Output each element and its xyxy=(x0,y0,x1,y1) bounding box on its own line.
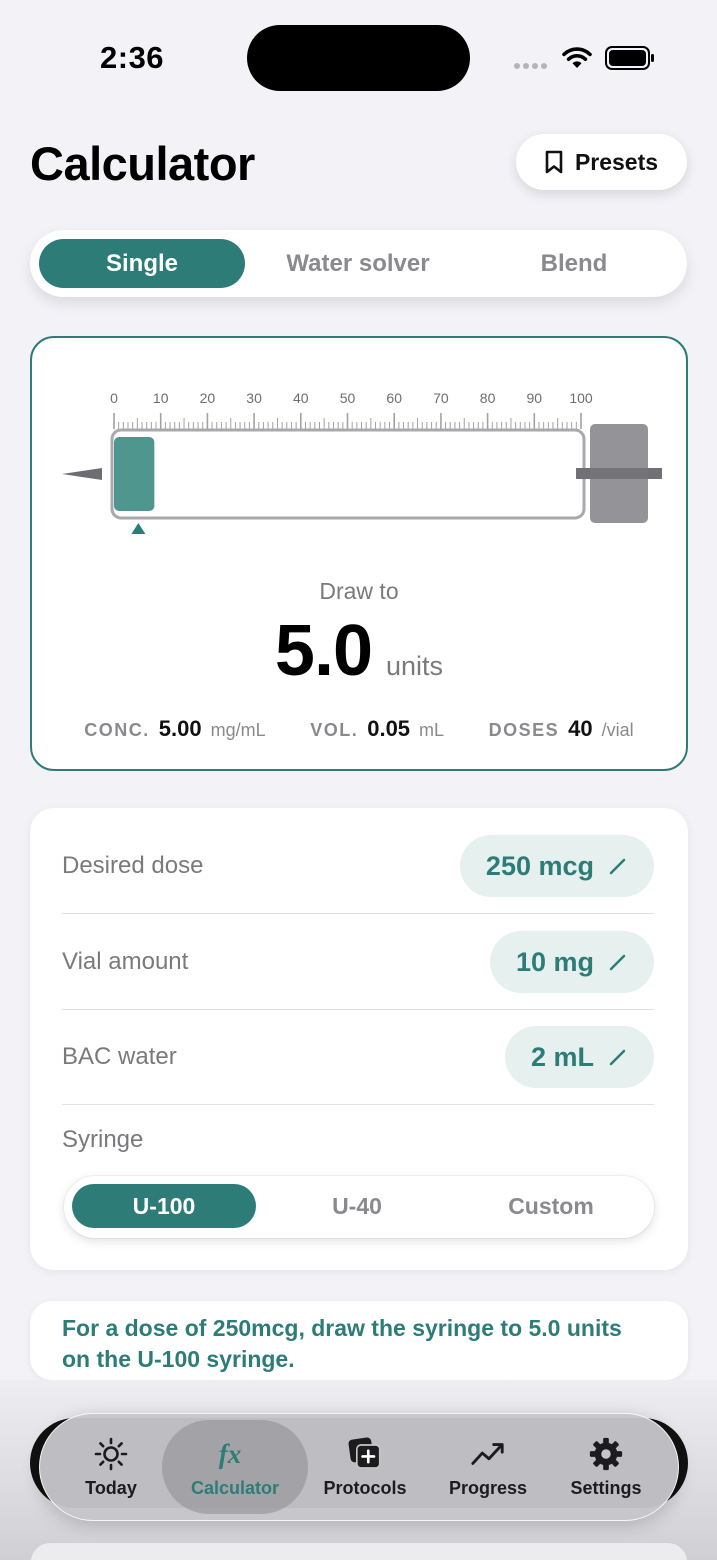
scale-label: 30 xyxy=(246,390,262,406)
syringe-custom[interactable]: Custom xyxy=(456,1184,646,1228)
fill-marker-icon xyxy=(131,523,146,534)
scale-label: 0 xyxy=(110,390,118,406)
scale-label: 60 xyxy=(386,390,402,406)
syringe-u100[interactable]: U-100 xyxy=(72,1184,256,1228)
svg-text:fx: fx xyxy=(219,1439,242,1469)
draw-unit: units xyxy=(386,651,444,681)
scale-label: 70 xyxy=(433,390,449,406)
bac-water-label: BAC water xyxy=(62,1043,177,1070)
status-time: 2:36 xyxy=(100,40,165,75)
summary-text: For a dose of 250mcg, draw the syringe t… xyxy=(30,1301,688,1380)
wifi-icon xyxy=(562,47,592,68)
tab-bar: Today fx Calculator Protocols Progress S… xyxy=(39,1413,679,1521)
syringe-graphic: 0 10 20 30 40 50 60 70 80 90 100 xyxy=(62,390,662,534)
trend-icon xyxy=(470,1436,506,1472)
page-title: Calculator xyxy=(30,137,255,190)
stat-doses: DOSES 40 /vial xyxy=(488,716,634,741)
presets-label: Presets xyxy=(574,148,659,175)
scale-label: 40 xyxy=(293,390,309,406)
scale-label: 80 xyxy=(480,390,496,406)
tab-calculator[interactable]: fx Calculator xyxy=(162,1420,308,1514)
draw-value: 5.0 xyxy=(274,611,373,691)
pencil-icon xyxy=(609,858,626,875)
gear-icon xyxy=(588,1436,624,1472)
dynamic-island xyxy=(247,25,470,91)
stats-row: CONC. 5.00 mg/mL VOL. 0.05 mL DOSES 40 /… xyxy=(32,716,686,742)
presets-button[interactable]: Presets xyxy=(516,134,687,190)
scale-label: 100 xyxy=(569,390,593,406)
tab-single[interactable]: Single xyxy=(39,239,245,288)
stat-concentration: CONC. 5.00 mg/mL xyxy=(84,716,266,741)
desired-dose-label: Desired dose xyxy=(62,852,204,879)
scale-label: 20 xyxy=(200,390,216,406)
mode-segmented-control: Single Water solver Blend xyxy=(30,230,687,297)
pencil-icon xyxy=(609,954,626,971)
tab-today[interactable]: Today xyxy=(51,1420,171,1514)
fx-icon: fx xyxy=(217,1436,253,1472)
desired-dose-row: Desired dose 250 mcg xyxy=(62,818,654,914)
stat-volume: VOL. 0.05 mL xyxy=(310,716,445,741)
desired-dose-field[interactable]: 250 mcg xyxy=(459,835,654,897)
battery-icon xyxy=(605,46,654,70)
scale-labels: 0 10 20 30 40 50 60 70 80 90 100 xyxy=(110,390,593,406)
tab-water-solver[interactable]: Water solver xyxy=(250,239,466,288)
divider xyxy=(62,1104,654,1105)
draw-readout: 5.0 units xyxy=(32,610,686,692)
cellular-signal-icon xyxy=(514,63,547,69)
syringe-card: 0 10 20 30 40 50 60 70 80 90 100 Draw to 5.0 units… xyxy=(30,336,688,771)
add-stack-icon xyxy=(347,1436,383,1472)
syringe-fill xyxy=(114,437,155,511)
vial-amount-row: Vial amount 10 mg xyxy=(62,914,654,1010)
syringe-type-segmented-control: U-100 U-40 Custom xyxy=(64,1176,654,1238)
syringe-label: Syringe xyxy=(62,1126,144,1153)
scale-label: 90 xyxy=(527,390,543,406)
next-card-peek xyxy=(30,1542,688,1560)
scale-label: 50 xyxy=(340,390,356,406)
syringe-u40[interactable]: U-40 xyxy=(262,1184,452,1228)
scale-ticks xyxy=(113,413,582,429)
bac-water-field[interactable]: 2 mL xyxy=(504,1026,654,1088)
bac-water-row: BAC water 2 mL xyxy=(62,1009,654,1105)
needle xyxy=(62,468,102,480)
scale-label: 10 xyxy=(153,390,169,406)
tab-protocols[interactable]: Protocols xyxy=(305,1420,425,1514)
draw-to-label: Draw to xyxy=(319,578,399,604)
tab-progress[interactable]: Progress xyxy=(428,1420,548,1514)
sun-icon xyxy=(93,1436,129,1472)
tab-settings[interactable]: Settings xyxy=(546,1420,666,1514)
syringe-barrel xyxy=(110,428,586,520)
bookmark-icon xyxy=(545,150,563,174)
vial-amount-field[interactable]: 10 mg xyxy=(489,931,654,993)
pencil-icon xyxy=(609,1049,626,1066)
vial-amount-label: Vial amount xyxy=(62,948,189,975)
inputs-card: Desired dose 250 mcg Vial amount 10 mg B… xyxy=(30,808,688,1270)
tab-blend[interactable]: Blend xyxy=(470,239,678,288)
